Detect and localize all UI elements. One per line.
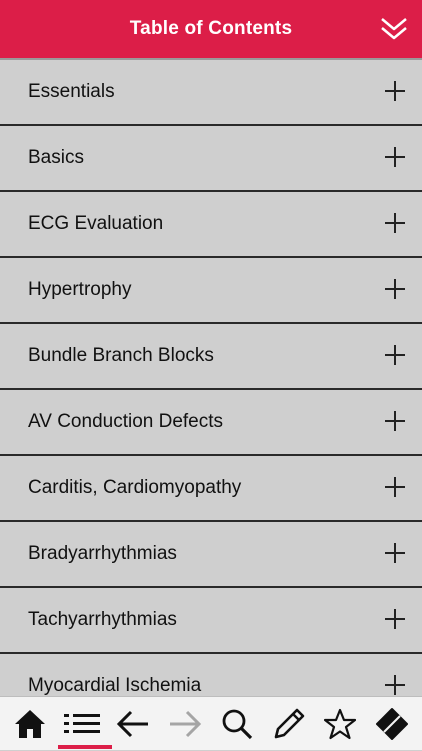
bookmark-button[interactable] bbox=[370, 697, 414, 751]
toc-item-label: ECG Evaluation bbox=[28, 213, 164, 234]
list-icon bbox=[63, 713, 100, 733]
header-bar: Table of Contents bbox=[0, 0, 422, 58]
contents-button[interactable] bbox=[57, 697, 112, 751]
toc-item-label: Essentials bbox=[28, 81, 115, 102]
toc-item-label: Myocardial Ischemia bbox=[28, 675, 202, 696]
back-button[interactable] bbox=[111, 697, 155, 751]
toc-item-myocardial-ischemia[interactable]: Myocardial Ischemia bbox=[0, 654, 422, 698]
toc-item-tachyarrhythmias[interactable]: Tachyarrhythmias bbox=[0, 588, 422, 654]
toc-item-bundle-branch-blocks[interactable]: Bundle Branch Blocks bbox=[0, 324, 422, 390]
double-chevron-down-icon bbox=[381, 18, 407, 40]
toc-item-hypertrophy[interactable]: Hypertrophy bbox=[0, 258, 422, 324]
home-button[interactable] bbox=[8, 697, 52, 751]
plus-icon[interactable] bbox=[385, 81, 405, 101]
toc-item-label: Bundle Branch Blocks bbox=[28, 345, 214, 366]
toc-list[interactable]: Essentials Basics ECG Evaluation Hypertr… bbox=[0, 58, 422, 698]
toc-item-label: Tachyarrhythmias bbox=[28, 609, 177, 630]
favorites-button[interactable] bbox=[318, 697, 362, 751]
page-title: Table of Contents bbox=[129, 18, 293, 39]
toc-item-essentials[interactable]: Essentials bbox=[0, 60, 422, 126]
toc-item-av-conduction-defects[interactable]: AV Conduction Defects bbox=[0, 390, 422, 456]
search-button[interactable] bbox=[215, 697, 259, 751]
collapse-button[interactable] bbox=[378, 13, 410, 45]
toc-item-label: Basics bbox=[28, 147, 84, 168]
toc-item-label: Carditis, Cardiomyopathy bbox=[28, 477, 242, 498]
plus-icon[interactable] bbox=[385, 543, 405, 563]
plus-icon[interactable] bbox=[385, 675, 405, 695]
toc-item-basics[interactable]: Basics bbox=[0, 126, 422, 192]
pencil-icon bbox=[274, 708, 304, 738]
bottom-toolbar bbox=[0, 696, 422, 750]
annotate-button[interactable] bbox=[267, 697, 311, 751]
bookmark-icon bbox=[375, 707, 408, 740]
toc-item-carditis[interactable]: Carditis, Cardiomyopathy bbox=[0, 456, 422, 522]
toc-item-bradyarrhythmias[interactable]: Bradyarrhythmias bbox=[0, 522, 422, 588]
plus-icon[interactable] bbox=[385, 279, 405, 299]
plus-icon[interactable] bbox=[385, 213, 405, 233]
toc-item-label: Bradyarrhythmias bbox=[28, 543, 177, 564]
plus-icon[interactable] bbox=[385, 345, 405, 365]
plus-icon[interactable] bbox=[385, 411, 405, 431]
search-icon bbox=[222, 709, 252, 739]
plus-icon[interactable] bbox=[385, 477, 405, 497]
forward-button[interactable] bbox=[163, 697, 207, 751]
back-arrow-icon bbox=[117, 710, 149, 737]
home-icon bbox=[15, 709, 45, 738]
toc-item-label: AV Conduction Defects bbox=[28, 411, 224, 432]
forward-arrow-icon bbox=[170, 710, 202, 737]
plus-icon[interactable] bbox=[385, 609, 405, 629]
toc-item-label: Hypertrophy bbox=[28, 279, 132, 300]
plus-icon[interactable] bbox=[385, 147, 405, 167]
star-icon bbox=[324, 708, 357, 739]
toc-item-ecg-evaluation[interactable]: ECG Evaluation bbox=[0, 192, 422, 258]
